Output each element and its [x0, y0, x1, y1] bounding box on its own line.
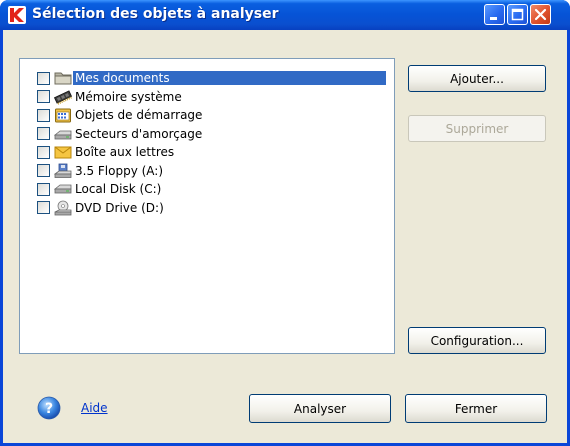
objects-listbox[interactable]: Mes documents Mémoire système Objets de dé… — [19, 58, 395, 354]
checkbox[interactable] — [37, 201, 50, 214]
list-item-label: Mémoire système — [75, 89, 182, 104]
list-item[interactable]: Mémoire système — [22, 88, 392, 106]
configuration-button[interactable]: Configuration... — [408, 327, 546, 354]
dvd-drive-icon — [54, 200, 72, 216]
dialog-window: Sélection des objets à analyser Mes docu… — [0, 0, 570, 446]
svg-text:?: ? — [45, 401, 53, 417]
list-item[interactable]: DVD Drive (D:) — [22, 199, 392, 217]
help-icon[interactable]: ? — [37, 396, 61, 420]
remove-button[interactable]: Supprimer — [408, 115, 546, 142]
list-item[interactable]: Local Disk (C:) — [22, 180, 392, 198]
close-button[interactable]: Fermer — [405, 394, 547, 423]
folder-icon — [54, 70, 72, 86]
list-item-label: 3.5 Floppy (A:) — [75, 163, 164, 178]
checkbox[interactable] — [37, 182, 50, 196]
list-item-label: DVD Drive (D:) — [75, 200, 164, 215]
title-bar[interactable]: Sélection des objets à analyser — [0, 0, 570, 30]
minimize-button[interactable] — [484, 4, 505, 25]
window-title: Sélection des objets à analyser — [32, 6, 279, 22]
checkbox[interactable] — [37, 127, 50, 140]
maximize-icon — [511, 8, 524, 21]
dialog-client-area: Mes documents Mémoire système Objets de dé… — [3, 30, 567, 443]
checkbox[interactable] — [37, 164, 50, 177]
maximize-button[interactable] — [507, 4, 528, 25]
mailbox-envelope-icon — [54, 144, 72, 160]
list-item-label: Mes documents — [73, 71, 386, 85]
list-item-label: Boîte aux lettres — [75, 145, 175, 159]
scan-button[interactable]: Analyser — [249, 394, 391, 423]
minimize-icon — [490, 17, 497, 20]
checkbox[interactable] — [37, 71, 50, 85]
startup-objects-icon — [54, 107, 72, 123]
close-window-button[interactable] — [530, 4, 551, 25]
list-item[interactable]: Boîte aux lettres — [22, 143, 392, 161]
hard-disk-icon — [54, 181, 72, 197]
help-link[interactable]: Aide — [81, 401, 108, 415]
list-item[interactable]: 3.5 Floppy (A:) — [22, 162, 392, 180]
floppy-drive-icon — [54, 163, 72, 179]
list-item[interactable]: Objets de démarrage — [22, 106, 392, 124]
list-item[interactable]: Secteurs d'amorçage — [22, 125, 392, 143]
list-item-label: Local Disk (C:) — [75, 182, 162, 196]
checkbox[interactable] — [37, 108, 50, 122]
boot-sector-disk-icon — [54, 126, 72, 142]
memory-chip-icon — [54, 89, 72, 105]
checkbox[interactable] — [37, 90, 50, 103]
close-icon — [534, 8, 547, 21]
app-logo-icon — [8, 6, 26, 24]
list-item-label: Objets de démarrage — [75, 108, 203, 122]
add-button[interactable]: Ajouter... — [408, 65, 546, 92]
list-item-label: Secteurs d'amorçage — [75, 126, 203, 141]
list-item[interactable]: Mes documents — [22, 69, 392, 87]
checkbox[interactable] — [37, 145, 50, 159]
